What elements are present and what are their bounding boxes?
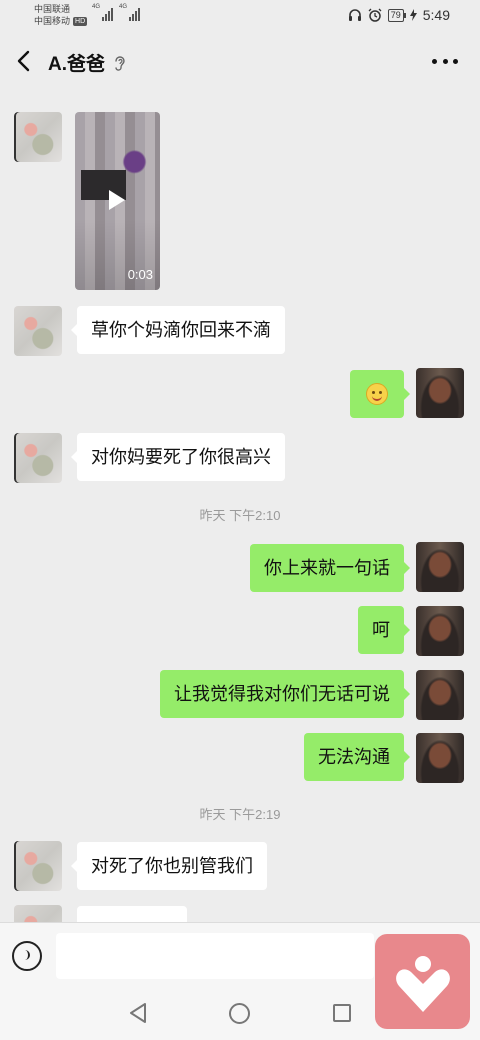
carrier-info: 中国联通 中国移动 HD	[34, 3, 88, 27]
my-avatar[interactable]	[416, 368, 464, 418]
contact-avatar[interactable]	[14, 306, 62, 356]
carrier-1: 中国联通	[34, 4, 71, 14]
message-list[interactable]: 0:03 草你个妈滴你回来不滴 对你妈要死了你很高兴 昨天 下午2:10 你上来…	[0, 90, 480, 922]
signal-icon: 4G	[119, 4, 140, 21]
video-duration: 0:03	[127, 267, 153, 282]
network-type-1: 4G	[92, 4, 101, 10]
my-avatar[interactable]	[416, 542, 464, 592]
message-bubble[interactable]: 无法沟通	[304, 733, 410, 781]
network-type-2: 4G	[119, 4, 128, 10]
more-icon	[432, 58, 437, 64]
message-bubble[interactable]: 草你个妈滴你回来不滴	[71, 306, 285, 354]
contact-avatar[interactable]	[14, 841, 62, 891]
contact-name: A.爸爸	[48, 54, 106, 75]
video-message[interactable]: 0:03	[75, 112, 160, 290]
ear-icon	[115, 55, 125, 71]
charging-icon	[409, 9, 417, 21]
message-bubble[interactable]	[350, 370, 410, 418]
contact-avatar[interactable]	[14, 905, 62, 922]
clock: 5:49	[422, 7, 450, 23]
play-icon	[109, 190, 125, 210]
hd-badge: HD	[73, 16, 88, 26]
message-bubble[interactable]: 对死了你也别管我们	[71, 842, 267, 890]
nav-recent-icon[interactable]	[333, 1004, 351, 1022]
my-avatar[interactable]	[416, 606, 464, 656]
message-bubble[interactable]: 让我觉得我对你们无话可说	[160, 670, 410, 718]
smile-emoji-icon	[366, 382, 388, 405]
message-input[interactable]	[56, 933, 374, 979]
chat-header: A.爸爸	[0, 32, 480, 90]
heart-icon	[396, 956, 450, 1012]
nav-back-icon[interactable]	[128, 1002, 148, 1024]
more-button[interactable]	[432, 48, 458, 74]
timestamp: 昨天 下午2:10	[199, 508, 281, 523]
carrier-2: 中国移动	[34, 16, 71, 26]
message-bubble[interactable]: 你上来就一句话	[250, 544, 410, 592]
message-bubble[interactable]	[77, 906, 187, 922]
contact-avatar[interactable]	[14, 112, 62, 162]
signal-icon: 4G	[92, 4, 113, 21]
battery-indicator: 79	[387, 8, 406, 22]
nav-home-icon[interactable]	[229, 1003, 250, 1024]
my-avatar[interactable]	[416, 733, 464, 783]
alarm-icon	[368, 8, 382, 22]
back-button[interactable]	[12, 46, 36, 76]
back-arrow-icon	[17, 50, 30, 72]
signal-indicators: 4G 4G	[92, 4, 140, 21]
sticker-button[interactable]	[375, 934, 470, 1029]
headphones-icon	[348, 9, 361, 21]
voice-icon[interactable]	[12, 941, 42, 971]
my-avatar[interactable]	[416, 670, 464, 720]
status-bar: 中国联通 中国移动 HD 4G 4G 79 5:49	[0, 0, 480, 32]
chat-title[interactable]: A.爸爸	[48, 49, 127, 76]
message-bubble[interactable]: 对你妈要死了你很高兴	[71, 433, 285, 481]
status-right: 79 5:49	[348, 7, 450, 23]
contact-avatar[interactable]	[14, 433, 62, 483]
message-bubble[interactable]: 呵	[358, 606, 410, 654]
timestamp: 昨天 下午2:19	[199, 807, 281, 822]
